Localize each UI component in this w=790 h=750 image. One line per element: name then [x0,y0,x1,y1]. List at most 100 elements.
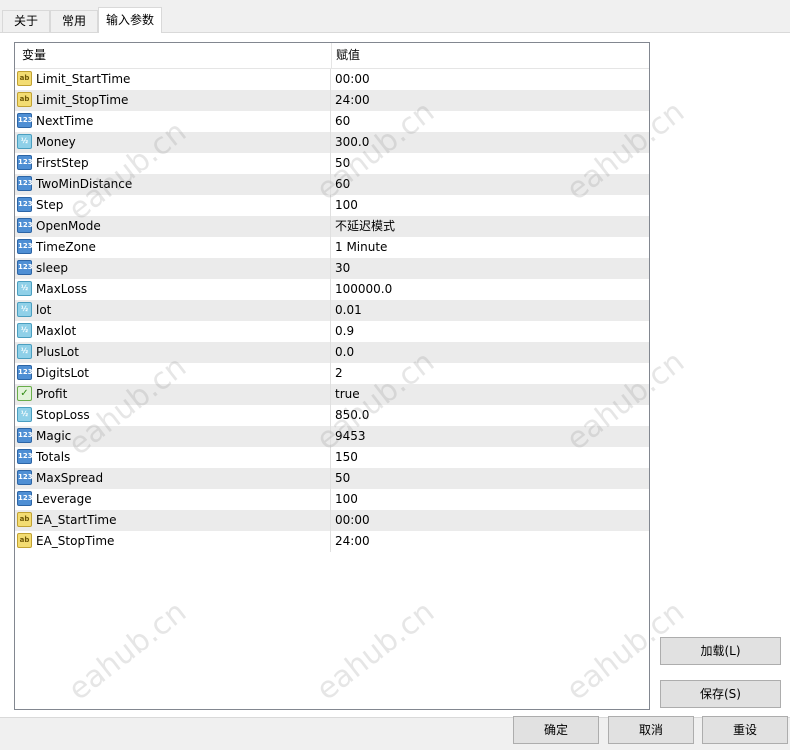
value-cell[interactable]: 100000.0 [331,279,649,300]
variable-name: Step [36,198,64,212]
table-row[interactable]: ab EA_StopTime 24:00 [15,531,649,552]
table-row[interactable]: 123 DigitsLot 2 [15,363,649,384]
value-cell[interactable]: 不延迟模式 [331,216,649,237]
load-button[interactable]: 加载(L) [660,637,781,665]
table-row[interactable]: ½ MaxLoss 100000.0 [15,279,649,300]
table-row[interactable]: ab Limit_StartTime 00:00 [15,69,649,90]
value-cell[interactable]: true [331,384,649,405]
table-row[interactable]: 123 OpenMode 不延迟模式 [15,216,649,237]
table-row[interactable]: 123 Leverage 100 [15,489,649,510]
integer-type-icon: 123 [17,155,33,170]
ok-button[interactable]: 确定 [513,716,599,744]
variable-cell: ab EA_StartTime [15,510,331,531]
double-type-icon: ½ [17,302,32,317]
bool-type-icon: ✓ [17,386,32,401]
value-cell[interactable]: 60 [331,174,649,195]
table-row[interactable]: 123 MaxSpread 50 [15,468,649,489]
table-row[interactable]: ✓ Profit true [15,384,649,405]
value-cell[interactable]: 60 [331,111,649,132]
table-row[interactable]: ½ PlusLot 0.0 [15,342,649,363]
string-type-icon: ab [17,92,32,107]
value-cell[interactable]: 150 [331,447,649,468]
variable-name: NextTime [36,114,94,128]
header-variable[interactable]: 变量 [15,43,332,68]
header-value[interactable]: 赋值 [332,43,649,68]
variable-name: Totals [36,450,71,464]
list-rows: ab Limit_StartTime 00:00 ab Limit_StopTime 24… [15,69,649,552]
variable-cell: ½ Money [15,132,331,153]
variable-name: sleep [36,261,68,275]
table-row[interactable]: 123 Magic 9453 [15,426,649,447]
integer-type-icon: 123 [17,218,33,233]
string-type-icon: ab [17,512,32,527]
value-cell[interactable]: 1 Minute [331,237,649,258]
value-cell[interactable]: 50 [331,153,649,174]
integer-type-icon: 123 [17,470,33,485]
value-cell[interactable]: 9453 [331,426,649,447]
variable-cell: ab EA_StopTime [15,531,331,552]
variable-name: MaxLoss [36,282,88,296]
variable-cell: 123 Leverage [15,489,331,510]
list-header: 变量 赋值 [15,43,649,69]
value-cell[interactable]: 300.0 [331,132,649,153]
variable-name: Limit_StopTime [36,93,129,107]
value-cell[interactable]: 24:00 [331,90,649,111]
table-row[interactable]: ab EA_StartTime 00:00 [15,510,649,531]
table-row[interactable]: 123 Totals 150 [15,447,649,468]
integer-type-icon: 123 [17,491,33,506]
value-cell[interactable]: 850.0 [331,405,649,426]
variable-name: StopLoss [36,408,90,422]
table-row[interactable]: 123 Step 100 [15,195,649,216]
table-row[interactable]: 123 NextTime 60 [15,111,649,132]
variable-name: EA_StartTime [36,513,117,527]
parameters-list[interactable]: 变量 赋值 ab Limit_StartTime 00:00 ab Limit_Stop… [14,42,650,710]
value-cell[interactable]: 00:00 [331,69,649,90]
value-cell[interactable]: 0.01 [331,300,649,321]
integer-type-icon: 123 [17,239,33,254]
variable-name: Magic [36,429,72,443]
double-type-icon: ½ [17,323,32,338]
table-row[interactable]: ½ Maxlot 0.9 [15,321,649,342]
double-type-icon: ½ [17,407,32,422]
table-row[interactable]: ab Limit_StopTime 24:00 [15,90,649,111]
integer-type-icon: 123 [17,449,33,464]
variable-cell: 123 sleep [15,258,331,279]
integer-type-icon: 123 [17,113,33,128]
variable-cell: ab Limit_StartTime [15,69,331,90]
value-cell[interactable]: 24:00 [331,531,649,552]
value-cell[interactable]: 50 [331,468,649,489]
tab-inputs[interactable]: 输入参数 [98,7,162,33]
variable-name: TimeZone [36,240,96,254]
variable-cell: ½ Maxlot [15,321,331,342]
variable-cell: ½ MaxLoss [15,279,331,300]
value-cell[interactable]: 00:00 [331,510,649,531]
table-row[interactable]: ½ lot 0.01 [15,300,649,321]
value-cell[interactable]: 30 [331,258,649,279]
variable-cell: 123 DigitsLot [15,363,331,384]
tab-about[interactable]: 关于 [2,10,50,32]
value-cell[interactable]: 0.0 [331,342,649,363]
variable-name: OpenMode [36,219,101,233]
value-cell[interactable]: 0.9 [331,321,649,342]
variable-name: MaxSpread [36,471,104,485]
tab-common[interactable]: 常用 [50,10,98,32]
variable-cell: 123 TimeZone [15,237,331,258]
table-row[interactable]: 123 TimeZone 1 Minute [15,237,649,258]
reset-button[interactable]: 重设 [702,716,788,744]
save-button[interactable]: 保存(S) [660,680,781,708]
value-cell[interactable]: 2 [331,363,649,384]
cancel-button[interactable]: 取消 [608,716,694,744]
table-row[interactable]: ½ StopLoss 850.0 [15,405,649,426]
table-row[interactable]: ½ Money 300.0 [15,132,649,153]
table-row[interactable]: 123 TwoMinDistance 60 [15,174,649,195]
double-type-icon: ½ [17,281,32,296]
value-cell[interactable]: 100 [331,195,649,216]
table-row[interactable]: 123 sleep 30 [15,258,649,279]
variable-cell: 123 Totals [15,447,331,468]
variable-name: TwoMinDistance [36,177,133,191]
variable-cell: 123 NextTime [15,111,331,132]
variable-name: DigitsLot [36,366,90,380]
table-row[interactable]: 123 FirstStep 50 [15,153,649,174]
value-cell[interactable]: 100 [331,489,649,510]
string-type-icon: ab [17,71,32,86]
